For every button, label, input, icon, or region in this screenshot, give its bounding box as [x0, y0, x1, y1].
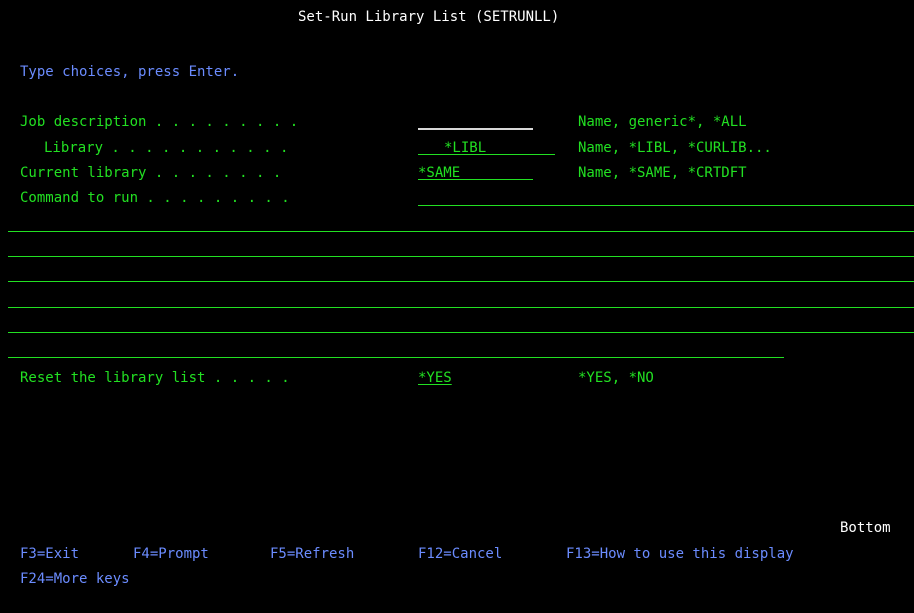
- command-line-2[interactable]: [8, 231, 914, 232]
- command-line-4[interactable]: [8, 281, 914, 282]
- job-description-label: Job description . . . . . . . . .: [20, 114, 299, 130]
- f13-help-key[interactable]: F13=How to use this display: [566, 545, 794, 563]
- reset-library-list-input[interactable]: *YES: [418, 369, 478, 386]
- screen-title: Set-Run Library List (SETRUNLL): [298, 9, 560, 25]
- f3-exit-key[interactable]: F3=Exit: [20, 545, 79, 563]
- f12-cancel-key[interactable]: F12=Cancel: [418, 545, 502, 563]
- bottom-marker: Bottom: [840, 520, 891, 536]
- command-line-5[interactable]: [8, 307, 914, 308]
- command-to-run-label: Command to run . . . . . . . . .: [20, 190, 290, 206]
- terminal-screen: Set-Run Library List (SETRUNLL) Type cho…: [0, 0, 914, 613]
- command-line-7[interactable]: [8, 357, 784, 358]
- library-label: Library . . . . . . . . . . .: [44, 140, 289, 156]
- current-library-underline: [418, 179, 533, 180]
- instruction-text: Type choices, press Enter.: [20, 64, 240, 80]
- f4-prompt-key[interactable]: F4=Prompt: [133, 545, 209, 563]
- command-line-6[interactable]: [8, 332, 914, 333]
- job-description-hint: Name, generic*, *ALL: [578, 114, 747, 130]
- command-line-3[interactable]: [8, 256, 914, 257]
- library-underline: [418, 154, 555, 155]
- f24-more-keys[interactable]: F24=More keys: [20, 570, 130, 588]
- command-to-run-input[interactable]: [418, 189, 914, 206]
- reset-library-list-label: Reset the library list . . . . .: [20, 370, 290, 386]
- library-hint: Name, *LIBL, *CURLIB...: [578, 140, 772, 156]
- job-description-underline: [418, 128, 533, 130]
- command-line-1[interactable]: [418, 205, 914, 206]
- current-library-label: Current library . . . . . . . .: [20, 165, 282, 181]
- current-library-hint: Name, *SAME, *CRTDFT: [578, 165, 747, 181]
- f5-refresh-key[interactable]: F5=Refresh: [270, 545, 354, 563]
- reset-library-list-hint: *YES, *NO: [578, 370, 654, 386]
